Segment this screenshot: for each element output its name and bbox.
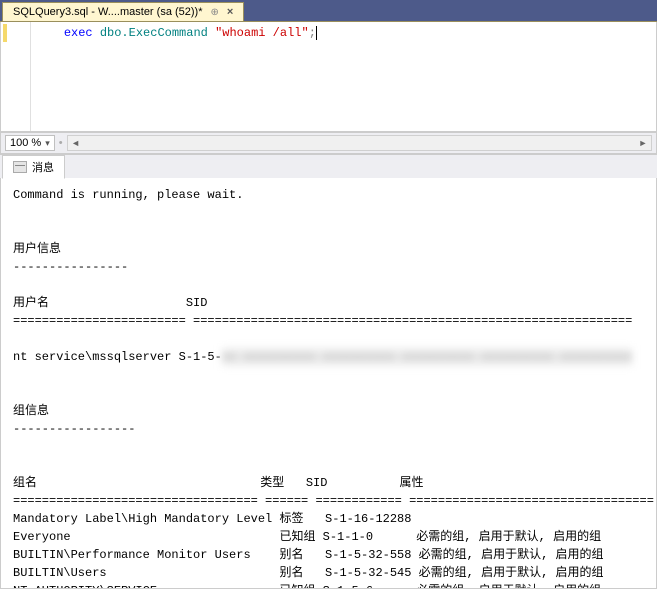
horizontal-scrollbar[interactable]: ◄ ► xyxy=(67,135,652,151)
group-row: Everyone 已知组 S-1-1-0 必需的组, 启用于默认, 启用的组 xyxy=(13,530,601,544)
zoom-dropdown[interactable]: 100 % ▾ xyxy=(5,135,55,151)
messages-tab-label: 消息 xyxy=(32,159,54,175)
change-indicator xyxy=(3,24,7,42)
group-row: NT AUTHORITY\SERVICE 已知组 S-1-5-6 必需的组, 启… xyxy=(13,584,601,589)
group-row: BUILTIN\Users 别名 S-1-5-32-545 必需的组, 启用于默… xyxy=(13,566,603,580)
group-row: Mandatory Label\High Mandatory Level 标签 … xyxy=(13,512,411,526)
messages-tab[interactable]: 消息 xyxy=(2,155,65,179)
zoom-level: 100 % xyxy=(10,137,41,149)
msg-running: Command is running, please wait. xyxy=(13,188,243,202)
redacted-sid: xx-xxxxxxxxxx-xxxxxxxxxx-xxxxxxxxxx-xxxx… xyxy=(222,348,632,366)
semicolon: ; xyxy=(309,26,316,40)
user-row-name: nt service\mssqlserver S-1-5- xyxy=(13,350,222,364)
close-icon[interactable]: × xyxy=(227,6,233,18)
scroll-left-icon[interactable]: ◄ xyxy=(68,136,84,150)
sql-editor[interactable]: exec dbo.ExecCommand "whoami /all"; xyxy=(0,22,657,132)
proc-name: dbo.ExecCommand xyxy=(100,26,208,40)
string-literal: "whoami /all" xyxy=(215,26,309,40)
zoom-resize-handle[interactable]: • xyxy=(59,137,63,149)
chevron-down-icon: ▾ xyxy=(45,138,50,149)
user-info-title: 用户信息 xyxy=(13,242,61,256)
editor-tab-strip: SQLQuery3.sql - W....master (sa (52))* ⊕… xyxy=(0,0,657,22)
scroll-right-icon[interactable]: ► xyxy=(635,136,651,150)
pin-icon[interactable]: ⊕ xyxy=(211,7,219,18)
user-info-underline: ---------------- xyxy=(13,260,128,274)
results-tab-strip: 消息 xyxy=(0,154,657,178)
text-cursor xyxy=(316,26,317,40)
user-header: 用户名 SID xyxy=(13,296,207,310)
user-header-line: ======================== ===============… xyxy=(13,314,632,328)
editor-tab[interactable]: SQLQuery3.sql - W....master (sa (52))* ⊕… xyxy=(2,2,244,21)
messages-pane[interactable]: Command is running, please wait. 用户信息 --… xyxy=(0,178,657,589)
group-info-underline: ----------------- xyxy=(13,422,135,436)
tab-title: SQLQuery3.sql - W....master (sa (52))* xyxy=(13,6,203,18)
group-info-title: 组信息 xyxy=(13,404,49,418)
editor-gutter xyxy=(1,22,31,131)
messages-icon xyxy=(13,161,27,173)
group-row: BUILTIN\Performance Monitor Users 别名 S-1… xyxy=(13,548,603,562)
group-header-line: ================================== =====… xyxy=(13,494,654,508)
keyword-exec: exec xyxy=(64,26,93,40)
code-area[interactable]: exec dbo.ExecCommand "whoami /all"; xyxy=(31,22,656,131)
zoom-bar: 100 % ▾ • ◄ ► xyxy=(0,132,657,154)
group-header: 组名 类型 SID 属性 xyxy=(13,476,423,490)
